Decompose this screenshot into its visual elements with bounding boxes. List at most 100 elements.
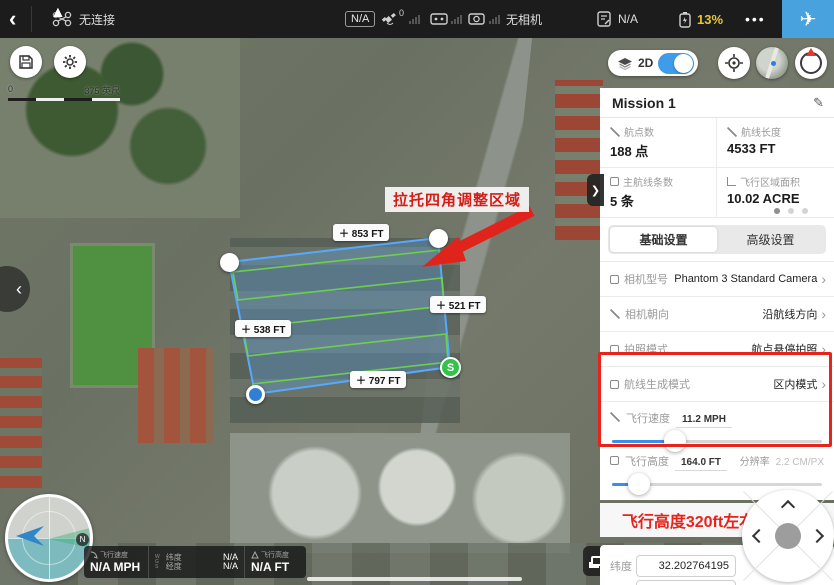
setting-camera-heading[interactable]: 相机朝向 沿航线方向 ›	[600, 296, 834, 331]
speed-icon	[90, 551, 98, 559]
chevron-right-icon: ›	[821, 306, 826, 322]
area-icon	[727, 177, 736, 186]
map-mode-toggle[interactable]: 2D	[608, 50, 698, 76]
speed-slider-row: 飞行速度 11.2 MPH	[610, 410, 824, 443]
nudge-dpad[interactable]	[742, 490, 834, 582]
map-concrete-buildings	[230, 433, 570, 553]
altitude-slider-track[interactable]	[612, 483, 822, 486]
mission-planner-app: ‹ 无连接 N/A 0 无相机 N/A 13% ••• ✈ ▲	[0, 0, 834, 585]
gps-status: 0	[381, 0, 404, 38]
mission-status: N/A	[596, 0, 638, 38]
latitude-input[interactable]	[636, 555, 736, 577]
route-start-marker[interactable]: S	[440, 357, 461, 378]
mission-panel: ❯ Mission 1 ✎ 航点数 188 点 航线长度 4533 FT 主航线…	[600, 88, 834, 585]
settings-tabs: 基础设置 高级设置	[608, 225, 826, 254]
area-corner-handle-topleft[interactable]	[220, 253, 239, 272]
stat-route-length-value: 4533 FT	[727, 141, 826, 156]
nudge-center-button[interactable]	[775, 523, 801, 549]
speed-slider-thumb[interactable]	[664, 430, 686, 452]
camera-icon	[468, 0, 485, 38]
mission-title: Mission 1	[612, 95, 676, 111]
camera-signal-bars	[489, 0, 500, 38]
layers-icon	[617, 57, 633, 70]
compass-north-needle	[806, 48, 816, 56]
chevron-right-icon: ›	[821, 271, 826, 287]
corner-adjust-tip-label: 拉托四角调整区域	[385, 187, 529, 212]
area-corner-handle-bottomleft[interactable]	[246, 385, 265, 404]
mode-2d-toggle[interactable]	[658, 53, 694, 74]
stat-waypoints: 航点数 188 点	[600, 118, 717, 168]
divider	[31, 6, 32, 32]
back-button[interactable]: ‹	[9, 0, 16, 38]
area-corner-handle-topright[interactable]	[429, 229, 448, 248]
speed-label: 飞行速度	[626, 410, 670, 426]
chevron-right-icon: ❯	[591, 184, 600, 197]
locate-icon	[724, 53, 744, 73]
stat-waypoints-value: 188 点	[610, 141, 708, 160]
flight-mode-badge: N/A	[345, 0, 375, 38]
stat-route-length: 航线长度 4533 FT	[717, 118, 834, 168]
setting-photo-mode-value: 航点悬停拍照	[751, 341, 817, 357]
waypoint-icon	[610, 127, 620, 137]
battery-status: 13%	[678, 0, 723, 38]
nudge-up-button[interactable]	[781, 500, 795, 514]
tab-advanced-settings[interactable]: 高级设置	[717, 227, 824, 252]
camera-model-icon	[610, 275, 619, 284]
longitude-input[interactable]	[636, 580, 736, 585]
locate-button[interactable]	[718, 47, 750, 79]
wgs-label: WGS	[155, 555, 160, 570]
chevron-right-icon: ›	[821, 376, 826, 392]
nudge-left-button[interactable]	[752, 529, 766, 543]
battery-percent: 13%	[697, 12, 723, 27]
mission-card: Mission 1 ✎ 航点数 188 点 航线长度 4533 FT 主航线条数…	[600, 88, 834, 500]
camera-status-label: 无相机	[506, 0, 542, 38]
compass-north-badge: N	[76, 533, 89, 546]
nudge-right-button[interactable]	[810, 529, 824, 543]
map-orange-blocks	[138, 348, 213, 443]
route-length-icon	[727, 127, 737, 137]
map-red-roofs-right	[555, 80, 603, 240]
setting-camera-model-value: Phantom 3 Standard Camera	[674, 273, 817, 285]
gps-count: 0	[399, 8, 404, 18]
setting-camera-model[interactable]: 相机型号 Phantom 3 Standard Camera ›	[600, 261, 834, 296]
altitude-slider-row: 飞行高度 164.0 FT 分辨率 2.2 CM/PX	[610, 453, 824, 486]
takeoff-button[interactable]: ✈	[782, 0, 834, 38]
panel-collapse-tab[interactable]: ❯	[587, 174, 604, 206]
more-menu-button[interactable]: •••	[745, 0, 766, 38]
telemetry-altitude: 飞行高度 N/A FT	[244, 546, 306, 578]
speed-slider-track[interactable]	[612, 440, 822, 443]
stat-area-value: 10.02 ACRE	[727, 191, 826, 206]
setting-route-mode[interactable]: 航线生成模式 区内模式 ›	[600, 366, 834, 401]
altitude-icon	[610, 456, 619, 465]
edit-mission-icon[interactable]: ✎	[813, 95, 824, 111]
setting-photo-mode[interactable]: 拍照模式 航点悬停拍照 ›	[600, 331, 834, 366]
stats-pagination-dots[interactable]	[774, 208, 808, 214]
mission-header: Mission 1 ✎	[600, 88, 834, 118]
flight-sliders: 飞行速度 11.2 MPH 飞行高度 164.0 FT 分辨率 2.2 CM/	[600, 401, 834, 500]
satellite-icon	[381, 12, 397, 27]
tab-basic-settings[interactable]: 基础设置	[610, 227, 717, 252]
minimap-button[interactable]	[756, 47, 788, 79]
route-mode-icon	[610, 380, 619, 389]
map-settings-button[interactable]	[54, 46, 86, 78]
resolution-label: 分辨率	[740, 453, 770, 468]
scale-end: 375 英尺	[84, 84, 120, 97]
photo-mode-icon	[610, 345, 619, 354]
remote-controller-icon	[430, 0, 448, 38]
save-mission-button[interactable]	[10, 46, 42, 78]
heading-icon	[610, 309, 620, 319]
home-indicator	[307, 577, 522, 581]
altitude-icon	[251, 551, 259, 559]
compass-reset-button[interactable]	[795, 47, 827, 79]
altitude-value: 164.0 FT	[675, 457, 727, 471]
telemetry-speed: 飞行速度 N/A MPH	[84, 546, 148, 578]
altitude-slider-thumb[interactable]	[628, 473, 650, 495]
edge-length-label-right: ＋ 521 FT	[430, 296, 486, 313]
map-scale-bar: 0375 英尺	[8, 84, 120, 101]
gear-icon	[61, 53, 79, 71]
map-red-roofs-left	[0, 358, 42, 488]
telemetry-bar: 飞行速度 N/A MPH WGS 纬度N/A 经度N/A 飞行高度 N/A FT	[84, 546, 306, 578]
edge-length-label-bottom: ＋ 797 FT	[350, 371, 406, 388]
telemetry-speed-value: N/A MPH	[90, 560, 142, 574]
mission-stats: 航点数 188 点 航线长度 4533 FT 主航线条数 5 条 飞行区域面积 …	[600, 118, 834, 218]
